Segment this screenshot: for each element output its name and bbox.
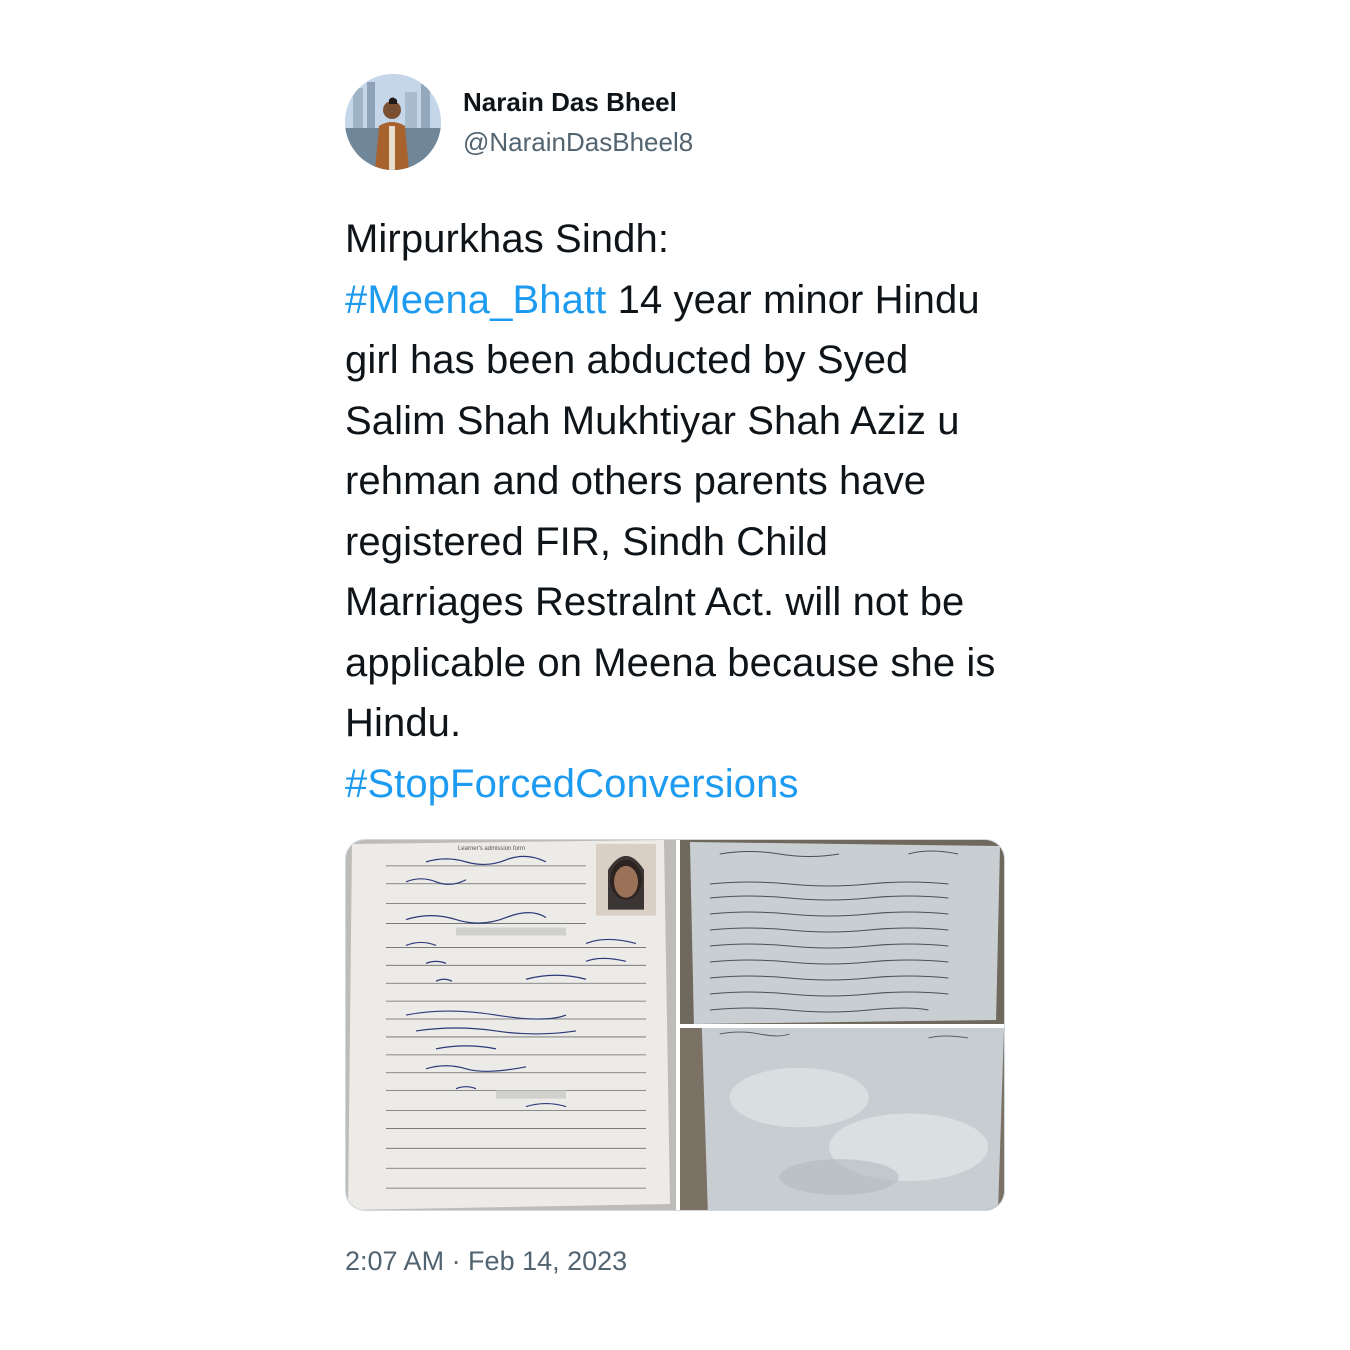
tweet-text: Mirpurkhas Sindh: #Meena_Bhatt 14 year m…: [345, 209, 1005, 814]
admission-form-photo-icon: Learner's admission form: [346, 840, 676, 1210]
hashtag-meena-bhatt[interactable]: #Meena_Bhatt: [345, 278, 606, 322]
urdu-handwritten-document-photo-icon: [680, 840, 1004, 1024]
tweet-card: Narain Das Bheel @NarainDasBheel8 Mirpur…: [345, 74, 1005, 1279]
media-image-1[interactable]: Learner's admission form: [346, 840, 676, 1210]
author-display-name[interactable]: Narain Das Bheel: [463, 85, 693, 119]
tweet-header: Narain Das Bheel @NarainDasBheel8: [345, 74, 1005, 170]
plastic-sleeve-document-photo-icon: [680, 1028, 1004, 1210]
media-right-column: [680, 840, 1004, 1210]
tweet-body: 14 year minor Hindu girl has been abduct…: [345, 277, 996, 746]
media-image-2[interactable]: [680, 840, 1004, 1024]
avatar[interactable]: [345, 74, 441, 170]
profile-photo-icon: [345, 74, 441, 170]
tweet-text-line-1: Mirpurkhas Sindh:: [345, 217, 670, 261]
author-handle[interactable]: @NarainDasBheel8: [463, 125, 693, 159]
form-title: Learner's admission form: [458, 846, 525, 852]
media-grid: Learner's admission form: [345, 839, 1005, 1211]
author-names: Narain Das Bheel @NarainDasBheel8: [463, 85, 693, 159]
media-image-3[interactable]: [680, 1028, 1004, 1210]
tweet-timestamp[interactable]: 2:07 AM · Feb 14, 2023: [345, 1243, 1005, 1279]
hashtag-stop-forced-conversions[interactable]: #StopForcedConversions: [345, 762, 799, 806]
